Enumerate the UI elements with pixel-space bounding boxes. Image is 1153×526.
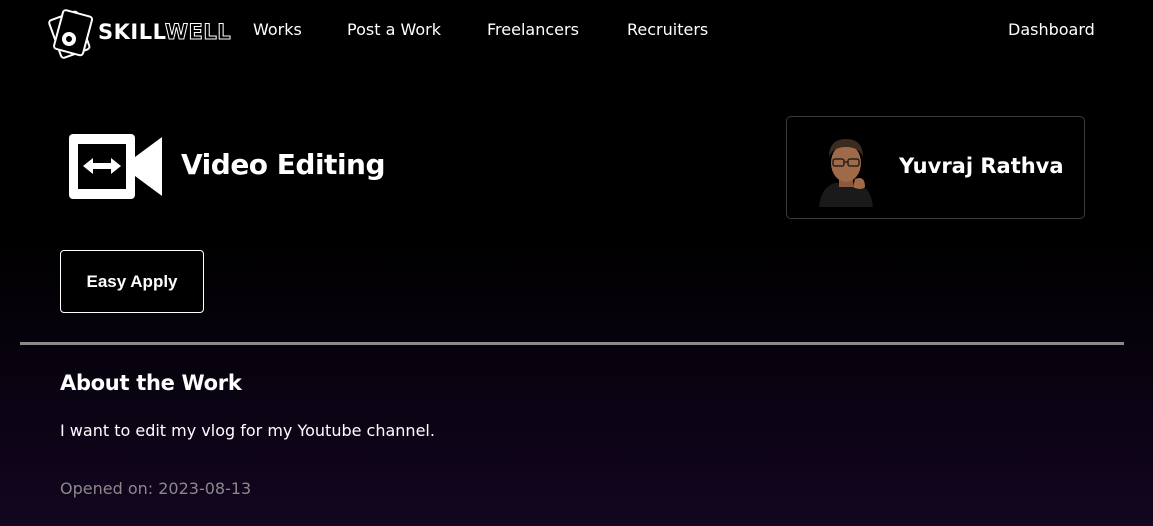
- avatar: [815, 135, 877, 207]
- nav-link-works[interactable]: Works: [253, 20, 302, 39]
- job-title: Video Editing: [181, 148, 386, 181]
- poster-profile-card[interactable]: Yuvraj Rathva: [786, 116, 1085, 219]
- video-editing-icon: [69, 134, 162, 199]
- opened-date: Opened on: 2023-08-13: [60, 479, 252, 498]
- nav-link-post-a-work[interactable]: Post a Work: [347, 20, 441, 39]
- skillwell-logo[interactable]: SKILLWELL: [44, 5, 231, 59]
- nav-link-freelancers[interactable]: Freelancers: [487, 20, 579, 39]
- about-description: I want to edit my vlog for my Youtube ch…: [60, 421, 435, 440]
- nav-link-recruiters[interactable]: Recruiters: [627, 20, 708, 39]
- about-heading: About the Work: [60, 371, 242, 395]
- section-divider: [20, 342, 1124, 345]
- poster-name: Yuvraj Rathva: [899, 154, 1064, 178]
- logo-wordmark: SKILLWELL: [98, 20, 232, 45]
- nav-link-dashboard[interactable]: Dashboard: [1008, 20, 1095, 39]
- easy-apply-button[interactable]: Easy Apply: [60, 250, 204, 313]
- top-navbar: SKILLWELL Works Post a Work Freelancers …: [0, 0, 1153, 60]
